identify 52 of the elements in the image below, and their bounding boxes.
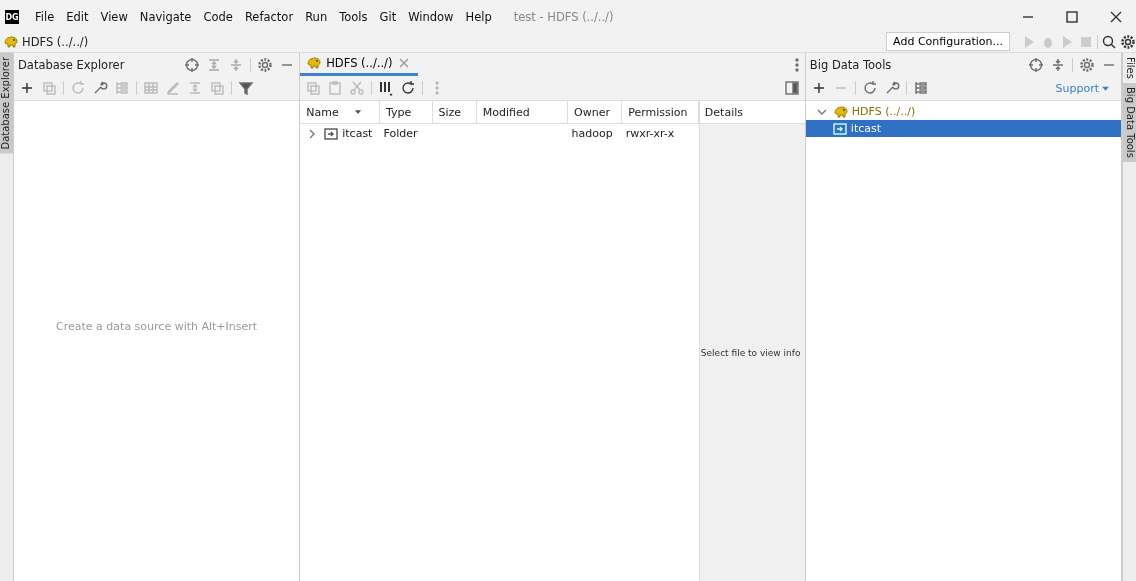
tool-window-tab[interactable]: Database Explorer <box>0 53 13 154</box>
menu-item[interactable]: Run <box>301 8 332 26</box>
tree-label: HDFS (../../) <box>851 105 916 118</box>
folder-icon <box>323 125 340 142</box>
locate-icon[interactable] <box>1028 56 1044 73</box>
menu-item[interactable]: Code <box>199 8 237 26</box>
maximize-icon[interactable] <box>1064 9 1080 25</box>
column-header[interactable]: Size <box>438 105 470 119</box>
empty-hint: Create a data source with Alt+Insert <box>56 319 258 335</box>
window-title: test - HDFS (../../) <box>513 10 615 24</box>
collapse-all-icon[interactable] <box>1050 56 1066 73</box>
table-cell: rwxr-xr-x <box>625 127 675 140</box>
locate-icon[interactable] <box>184 56 201 73</box>
table-cell: itcast <box>342 127 373 140</box>
menu-item[interactable]: File <box>31 8 59 26</box>
column-header[interactable]: Type <box>386 105 426 119</box>
menu-item[interactable]: Edit <box>62 8 93 26</box>
tree-item[interactable]: HDFS (../../) <box>805 103 1121 120</box>
tree-label: itcast <box>850 122 882 135</box>
menu-item[interactable]: Tools <box>335 8 372 26</box>
tool-window-tab[interactable]: Big Data Tools <box>1123 82 1136 162</box>
panel-title: Database Explorer <box>18 57 126 72</box>
folder-icon <box>831 120 848 137</box>
tree-item[interactable]: itcast <box>805 120 1121 137</box>
panel-title: Big Data Tools <box>809 57 893 72</box>
details-hint: Select file to view info <box>699 347 802 358</box>
column-header[interactable]: Permission <box>628 105 692 119</box>
support-dropdown[interactable]: Support <box>1049 80 1116 96</box>
tool-window-tab[interactable]: Files <box>1123 53 1136 83</box>
table-cell: Folder <box>383 127 418 140</box>
run-configuration-button[interactable]: Add Configuration... <box>886 32 1010 51</box>
menu-item[interactable]: Navigate <box>135 8 196 26</box>
menu-item[interactable]: Window <box>404 8 458 26</box>
close-icon[interactable] <box>1108 9 1124 25</box>
column-header[interactable]: Owner <box>574 105 616 119</box>
filter-icon[interactable] <box>238 80 254 96</box>
column-header[interactable]: Name <box>306 105 374 119</box>
app-logo: DG <box>5 10 19 24</box>
search-icon[interactable] <box>1101 33 1117 50</box>
settings-icon[interactable] <box>1120 33 1136 50</box>
column-header: Details <box>704 105 743 119</box>
add-icon[interactable] <box>19 80 35 96</box>
menu-item[interactable]: View <box>96 8 132 26</box>
menu-item[interactable]: Git <box>375 8 401 26</box>
refresh-icon[interactable] <box>400 80 417 96</box>
column-header[interactable]: Modified <box>482 105 562 119</box>
table-cell: hadoop <box>571 127 613 140</box>
columns-icon[interactable] <box>378 80 395 96</box>
menu-item[interactable]: Help <box>461 8 496 26</box>
layout-icon[interactable] <box>783 80 800 96</box>
menu-item[interactable]: Refactor <box>240 8 298 26</box>
breadcrumb[interactable]: HDFS (../../) <box>22 34 89 49</box>
